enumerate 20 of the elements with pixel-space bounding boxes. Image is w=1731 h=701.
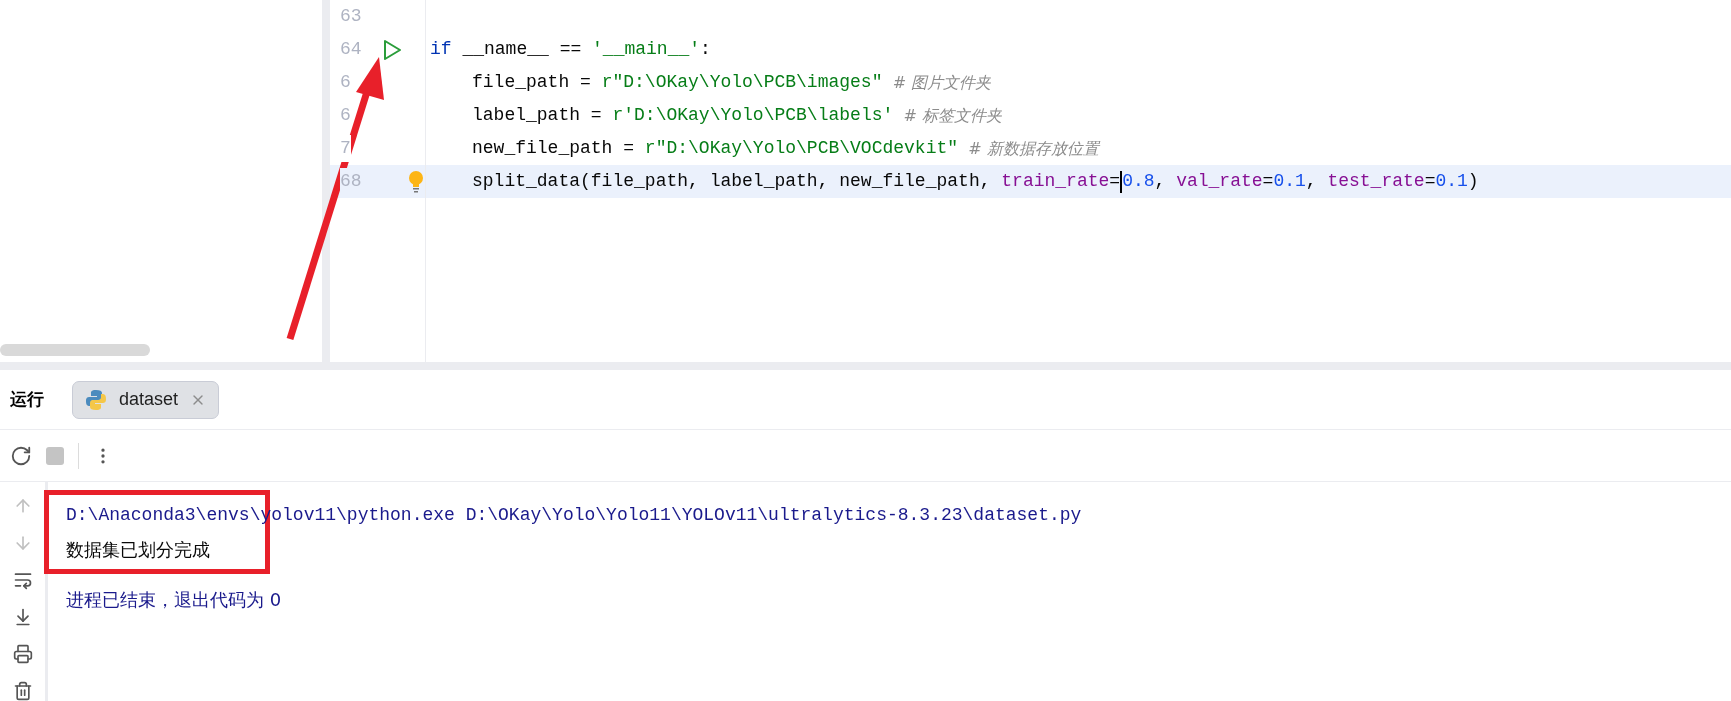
- line-number: 7: [340, 135, 351, 162]
- code-text: label_path = r'D:\OKay\Yolo\PCB\labels' # 标签文件夹: [472, 104, 1002, 127]
- code-text: file_path = r"D:\OKay\Yolo\PCB\images" # 图片文件夹: [472, 71, 992, 94]
- code-text: if __name__ == '__main__':: [430, 38, 711, 61]
- run-tab[interactable]: dataset: [72, 380, 220, 419]
- run-icon[interactable]: [382, 38, 402, 61]
- python-icon: [85, 388, 107, 411]
- console-line: 数据集已划分完成: [66, 537, 210, 562]
- scrollbar[interactable]: [0, 344, 150, 356]
- console-line: 进程已结束，退出代码为 0: [66, 587, 282, 612]
- splitter[interactable]: [322, 0, 330, 362]
- panel-title: 运行: [10, 387, 44, 411]
- code-text: new_file_path = r"D:\OKay\Yolo\PCB\VOCdevkit" # 新数据存放位置: [472, 137, 1099, 160]
- print-icon[interactable]: [12, 644, 33, 664]
- trash-icon[interactable]: [12, 681, 33, 701]
- rerun-icon[interactable]: [10, 444, 32, 467]
- soft-wrap-icon[interactable]: [12, 570, 33, 590]
- tab-label: dataset: [119, 388, 179, 411]
- code-text: split_data(file_path, label_path, new_file_path, train_rate=0.8, val_rate=0.1, test_rate=0.1): [472, 169, 1479, 195]
- lightbulb-icon[interactable]: [408, 169, 424, 194]
